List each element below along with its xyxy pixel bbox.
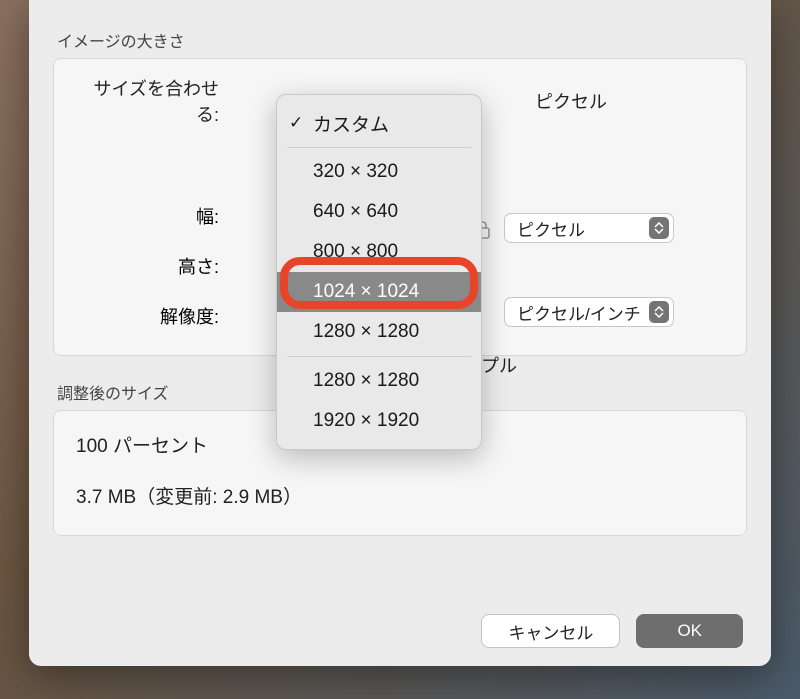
menu-item-1280b[interactable]: 1280 × 1280 <box>277 361 481 401</box>
fit-unit-label: ピクセル <box>535 88 607 114</box>
image-size-section-label: イメージの大きさ <box>57 28 747 52</box>
ok-button[interactable]: OK <box>636 614 743 648</box>
resample-partial-label: プル <box>481 352 517 378</box>
resize-dialog: イメージの大きさ サイズを合わせる: ピクセル 幅: 高さ: 解像度: ピクセル <box>29 0 771 666</box>
menu-item-1920[interactable]: 1920 × 1920 <box>277 401 481 441</box>
resolution-label: 解像度: <box>74 303 229 329</box>
menu-item-1024[interactable]: 1024 × 1024 <box>277 272 481 312</box>
width-unit-select[interactable]: ピクセル <box>504 213 674 243</box>
resolution-unit-value: ピクセル/インチ <box>517 300 641 325</box>
chevron-updown-icon <box>649 301 669 323</box>
menu-item-800[interactable]: 800 × 800 <box>277 232 481 272</box>
chevron-updown-icon <box>649 217 669 239</box>
menu-item-640[interactable]: 640 × 640 <box>277 192 481 232</box>
width-label: 幅: <box>74 203 229 229</box>
fit-label: サイズを合わせる: <box>74 75 229 127</box>
resolution-unit-select[interactable]: ピクセル/インチ <box>504 297 674 327</box>
width-unit-value: ピクセル <box>517 216 585 241</box>
height-label: 高さ: <box>74 253 229 279</box>
menu-item-custom[interactable]: カスタム <box>277 103 481 143</box>
preset-size-menu: カスタム 320 × 320 640 × 640 800 × 800 1024 … <box>276 94 482 450</box>
menu-item-320[interactable]: 320 × 320 <box>277 152 481 192</box>
menu-item-1280a[interactable]: 1280 × 1280 <box>277 312 481 352</box>
dialog-buttons: キャンセル OK <box>53 614 747 648</box>
menu-separator <box>287 356 471 357</box>
filesize-line: 3.7 MB（変更前: 2.9 MB） <box>76 482 724 509</box>
cancel-button[interactable]: キャンセル <box>481 614 620 648</box>
menu-separator <box>287 147 471 148</box>
